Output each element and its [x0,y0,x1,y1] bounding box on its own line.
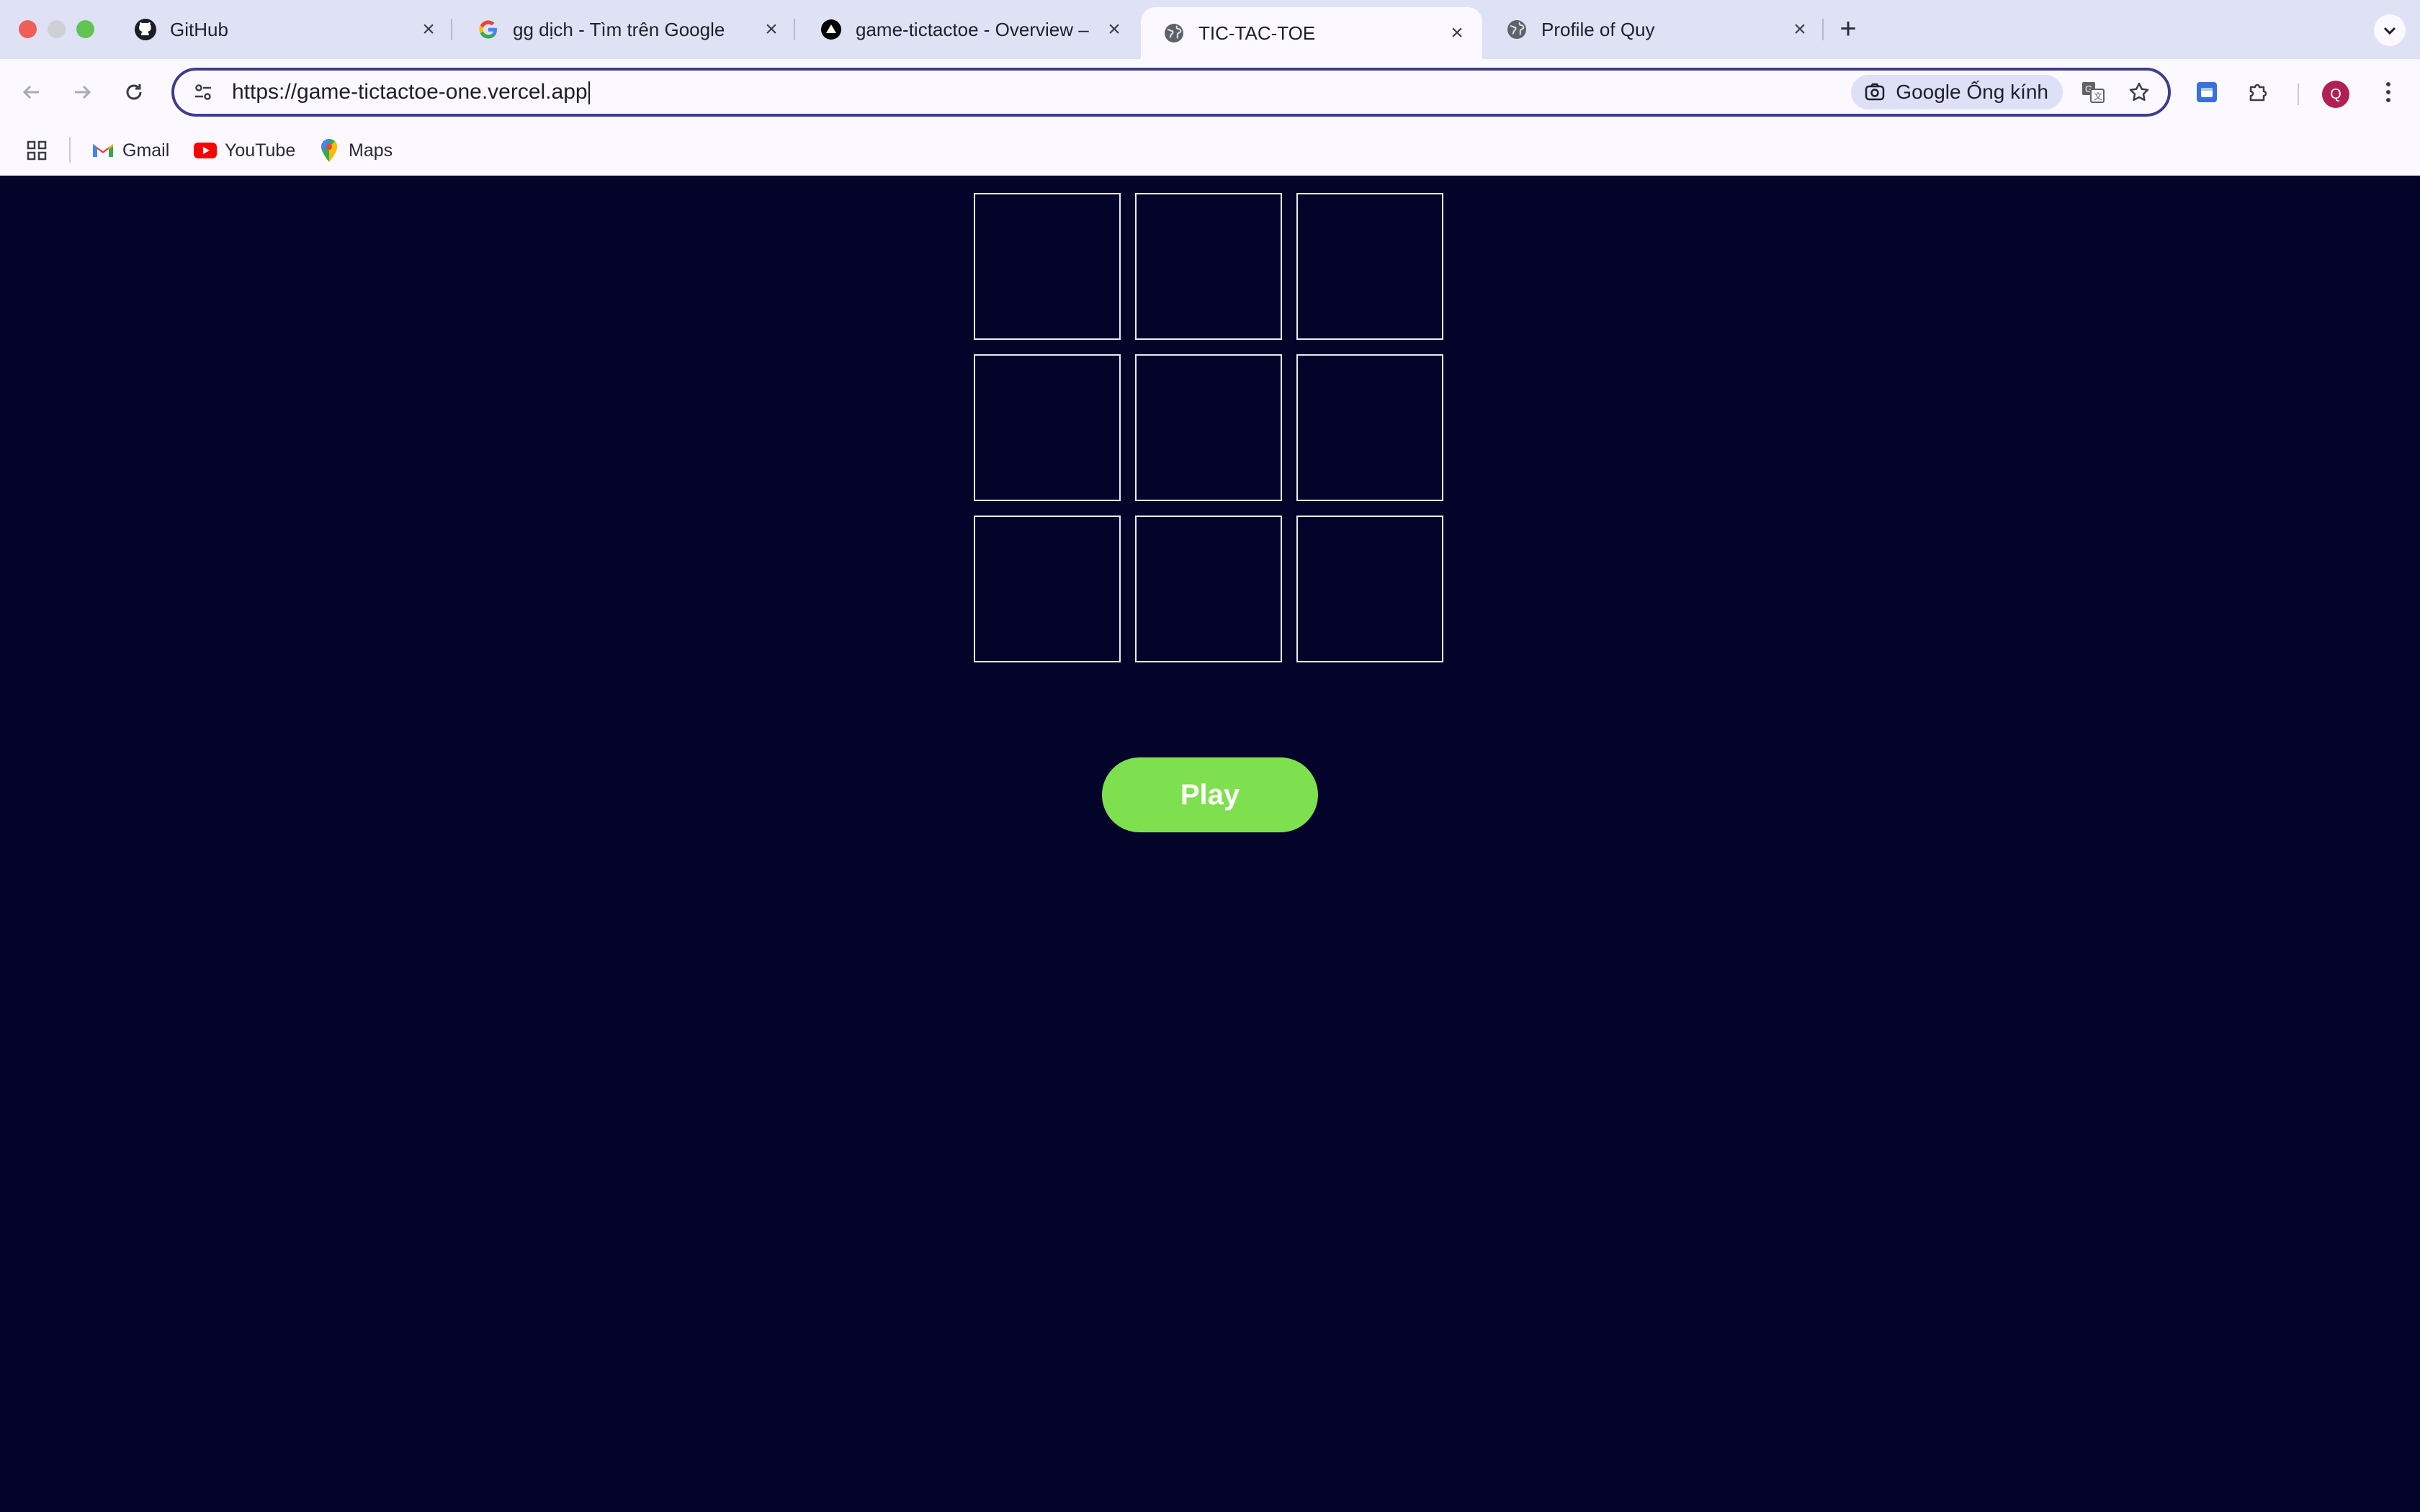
site-info-icon[interactable] [189,78,218,107]
bookmarks-bar: Gmail YouTube Maps [0,125,2420,176]
window-minimize-button[interactable] [48,20,66,38]
youtube-icon [193,138,218,163]
new-tab-button[interactable]: + [1832,13,1864,45]
translate-icon[interactable]: G文 [2076,75,2110,109]
board-cell-9[interactable] [1296,516,1443,662]
bookmarks-divider [69,137,71,163]
url-text[interactable]: https://game-tictactoe-one.vercel.app [232,79,1851,105]
tab-github[interactable]: GitHub × [112,7,454,52]
board-cell-3[interactable] [1296,193,1443,340]
board-cell-1[interactable] [974,193,1121,340]
board-cell-6[interactable] [1296,354,1443,501]
tab-tic-tac-toe[interactable]: TIC-TAC-TOE × [1141,7,1482,59]
text-caret [588,81,590,105]
close-tab-icon[interactable]: × [761,17,782,41]
board-cell-5[interactable] [1135,354,1282,501]
tab-google-translate-search[interactable]: gg dịch - Tìm trên Google × [455,7,797,52]
profile-avatar[interactable]: Q [2322,81,2349,108]
arrow-right-icon [75,85,91,99]
board-cell-4[interactable] [974,354,1121,501]
tab-title: GitHub [170,18,228,40]
tictactoe-board [974,193,1446,665]
address-bar[interactable]: https://game-tictactoe-one.vercel.app Go… [171,68,2171,117]
close-tab-icon[interactable]: × [1789,17,1811,41]
back-button[interactable] [13,73,50,111]
lens-label: Google Ống kính [1896,81,2048,103]
extensions-puzzle-icon[interactable] [2240,73,2277,111]
board-cell-7[interactable] [974,516,1121,662]
github-icon [134,18,157,41]
tab-vercel-overview[interactable]: game-tictactoe - Overview – × [798,7,1139,52]
url-value: https://game-tictactoe-one.vercel.app [232,79,588,104]
reload-button[interactable] [115,73,153,111]
tab-profile-of-quy[interactable]: Profile of Quy × [1484,7,1825,52]
reload-icon [126,84,142,100]
tab-title: Profile of Quy [1541,18,1655,40]
browser-toolbar: https://game-tictactoe-one.vercel.app Go… [0,59,2420,125]
bookmark-label: Maps [349,140,393,161]
vercel-icon [820,18,843,41]
tab-search-button[interactable] [2374,14,2406,46]
more-menu-icon[interactable] [2370,73,2407,111]
apps-button[interactable] [24,135,56,166]
bookmark-star-icon[interactable] [2122,75,2156,109]
tab-separator [451,19,452,40]
arrow-left-icon [22,85,39,99]
tab-title: game-tictactoe - Overview – [856,18,1089,40]
board-cell-8[interactable] [1135,516,1282,662]
apps-grid-icon [24,138,49,163]
close-tab-icon[interactable]: × [1103,17,1125,41]
bookmark-maps[interactable]: Maps [317,135,393,166]
tab-strip: GitHub × gg dịch - Tìm trên Google × gam… [0,0,2420,59]
tab-separator [794,19,795,40]
toolbar-divider [2298,84,2299,105]
window-zoom-button[interactable] [76,20,94,38]
bookmark-youtube[interactable]: YouTube [193,135,295,166]
globe-icon [1505,18,1528,41]
extension-calendar-icon[interactable] [2188,73,2226,111]
board-cell-2[interactable] [1135,193,1282,340]
camera-lens-icon [1863,80,1887,104]
close-tab-icon[interactable]: × [1446,21,1468,45]
window-close-button[interactable] [19,20,37,38]
page-content: Play [0,176,2420,1512]
maps-icon [317,138,341,163]
tab-separator [1822,19,1824,40]
tab-title: TIC-TAC-TOE [1198,22,1316,44]
globe-icon [1162,22,1186,45]
bookmark-label: YouTube [225,140,296,161]
tab-title: gg dịch - Tìm trên Google [513,18,725,40]
bookmark-label: Gmail [122,140,170,161]
bookmark-gmail[interactable]: Gmail [91,135,169,166]
chevron-down-icon [2383,27,2396,35]
svg-text:文: 文 [2094,91,2102,102]
forward-button[interactable] [63,73,101,111]
google-lens-button[interactable]: Google Ống kính [1851,75,2063,109]
google-icon [477,18,500,41]
close-tab-icon[interactable]: × [418,17,439,41]
play-button[interactable]: Play [1102,757,1318,832]
gmail-icon [91,138,115,163]
